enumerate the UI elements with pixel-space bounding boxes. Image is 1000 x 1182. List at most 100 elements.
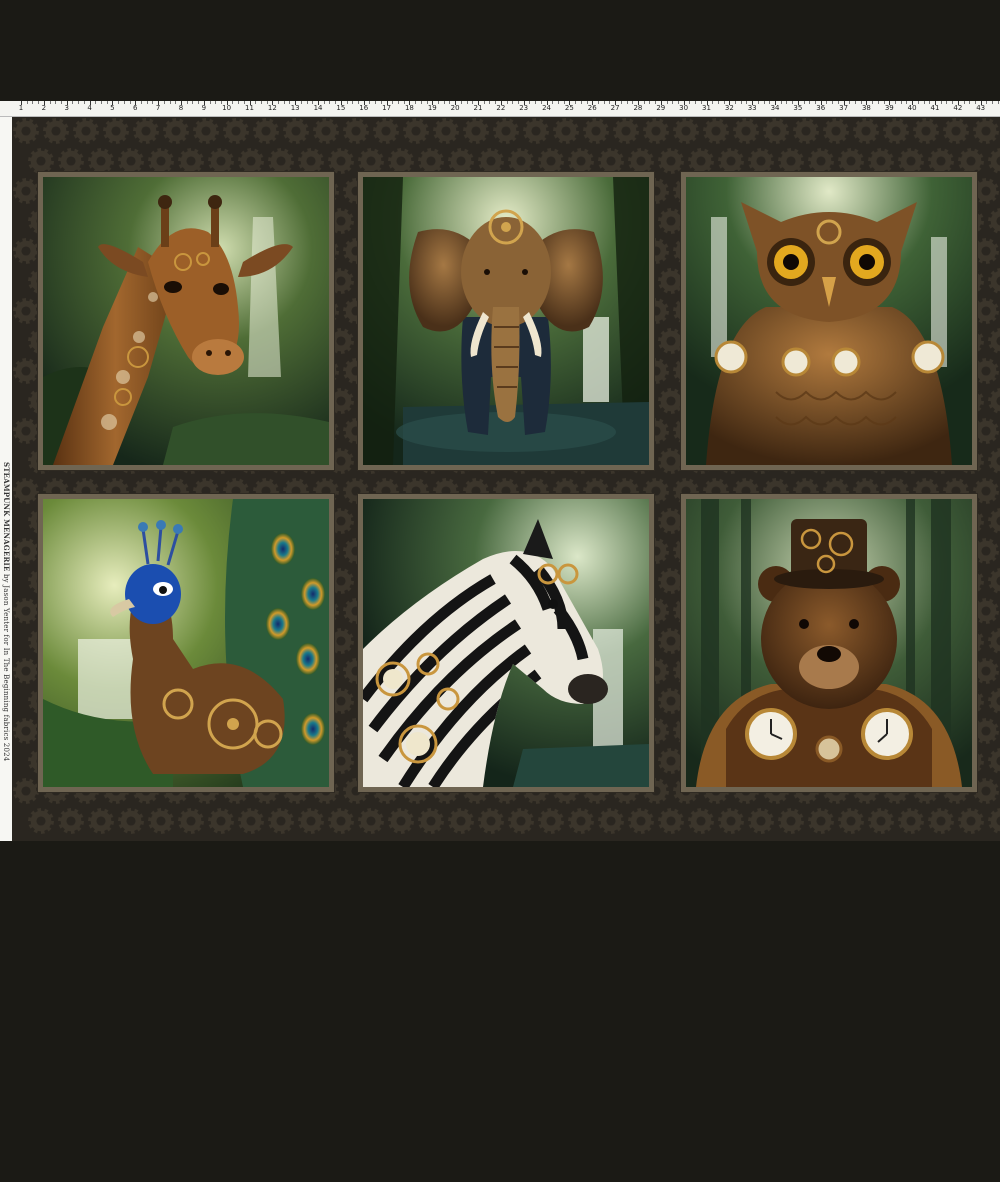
ruler-minor-tick [780,101,782,104]
gear-icon [43,118,69,144]
ruler-minor-tick [329,101,331,104]
ruler-number: 37 [839,104,849,112]
ruler-minor-tick [535,101,537,104]
gear-icon [988,328,1000,354]
gear-icon [178,808,204,834]
panel-owl [680,171,978,471]
elephant-artwork [363,177,649,465]
ruler-minor-tick [917,101,919,104]
gear-icon [28,808,54,834]
ruler-minor-tick [438,101,439,104]
ruler-number: 4 [87,104,92,112]
ruler-number: 10 [222,104,232,112]
gear-icon [13,658,39,684]
ruler-minor-tick [557,101,559,104]
ruler-minor-tick [260,101,262,104]
gear-icon [388,808,414,834]
ruler-minor-tick [855,101,857,104]
gear-icon [793,118,819,144]
gear-icon [988,148,1000,174]
zebra-artwork [363,499,649,787]
gear-icon [13,718,39,744]
ruler-minor-tick [192,101,194,104]
ruler-number: 40 [907,104,917,112]
ruler-minor-tick [872,101,874,104]
gear-icon [343,118,369,144]
ruler-number: 19 [427,104,437,112]
ruler-minor-tick [38,101,40,104]
gear-icon [538,808,564,834]
ruler-number: 22 [496,104,506,112]
ruler-number: 6 [133,104,138,112]
ruler-minor-tick [443,101,445,104]
ruler-number: 7 [155,104,161,112]
designer-credit: by Jason Yenter for In The Beginning fab… [2,573,10,762]
gear-icon [58,808,84,834]
gear-icon [958,808,984,834]
ruler-minor-tick [763,101,765,104]
ruler-minor-tick [323,101,325,104]
gear-icon [523,118,549,144]
ruler-minor-tick [306,101,308,104]
ruler-number: 43 [976,104,986,112]
ruler-number: 25 [564,104,574,112]
gear-icon [553,118,579,144]
ruler-number: 5 [110,104,115,112]
ruler-number: 42 [953,104,963,112]
ruler-minor-tick [512,101,514,104]
ruler-minor-tick [100,101,102,104]
ruler-minor-tick [415,101,417,104]
gear-icon [823,118,849,144]
gear-icon [733,118,759,144]
gear-icon [868,808,894,834]
ruler-minor-tick [695,101,697,104]
ruler-minor-tick [106,101,108,104]
gear-icon [583,118,609,144]
ruler-number: 23 [519,104,529,112]
gear-icon [373,118,399,144]
ruler-minor-tick [986,101,988,104]
ruler-minor-tick [460,101,462,104]
ruler-minor-tick [575,101,577,104]
panel-elephant [357,171,655,471]
ruler-minor-tick [72,101,74,104]
gear-icon [208,808,234,834]
ruler-minor-tick [26,101,28,104]
ruler-number: 33 [747,104,757,112]
ruler-minor-tick [83,101,85,104]
gear-icon [598,808,624,834]
gear-icon [658,808,684,834]
ruler-minor-tick [198,101,200,104]
gear-icon [988,688,1000,714]
ruler-number: 17 [382,104,392,112]
gear-icon [643,118,669,144]
ruler-minor-tick [757,101,759,104]
gear-icon [853,118,879,144]
ruler-minor-tick [969,101,971,104]
gear-icon [493,118,519,144]
ruler-number: 11 [245,104,254,112]
ruler-minor-tick [375,101,377,104]
ruler-number: 18 [404,104,414,112]
ruler-number: 24 [542,104,552,112]
ruler-number: 38 [861,104,871,112]
gear-icon [883,118,909,144]
ruler-minor-tick [849,101,851,104]
ruler-minor-tick [946,101,948,104]
gear-icon [223,118,249,144]
gear-icon [133,118,159,144]
gear-icon [418,808,444,834]
ruler-minor-tick [826,101,828,104]
gear-icon [13,778,39,804]
ruler-minor-tick [209,101,211,104]
gear-icon [988,508,1000,534]
gear-icon [163,118,189,144]
gear-icon [973,118,999,144]
ruler-minor-tick [398,101,400,104]
gear-icon [268,808,294,834]
ruler-minor-tick [60,101,62,104]
gear-icon [13,238,39,264]
gear-icon [13,178,39,204]
ruler-minor-tick [603,101,605,104]
ruler-minor-tick [175,101,177,104]
